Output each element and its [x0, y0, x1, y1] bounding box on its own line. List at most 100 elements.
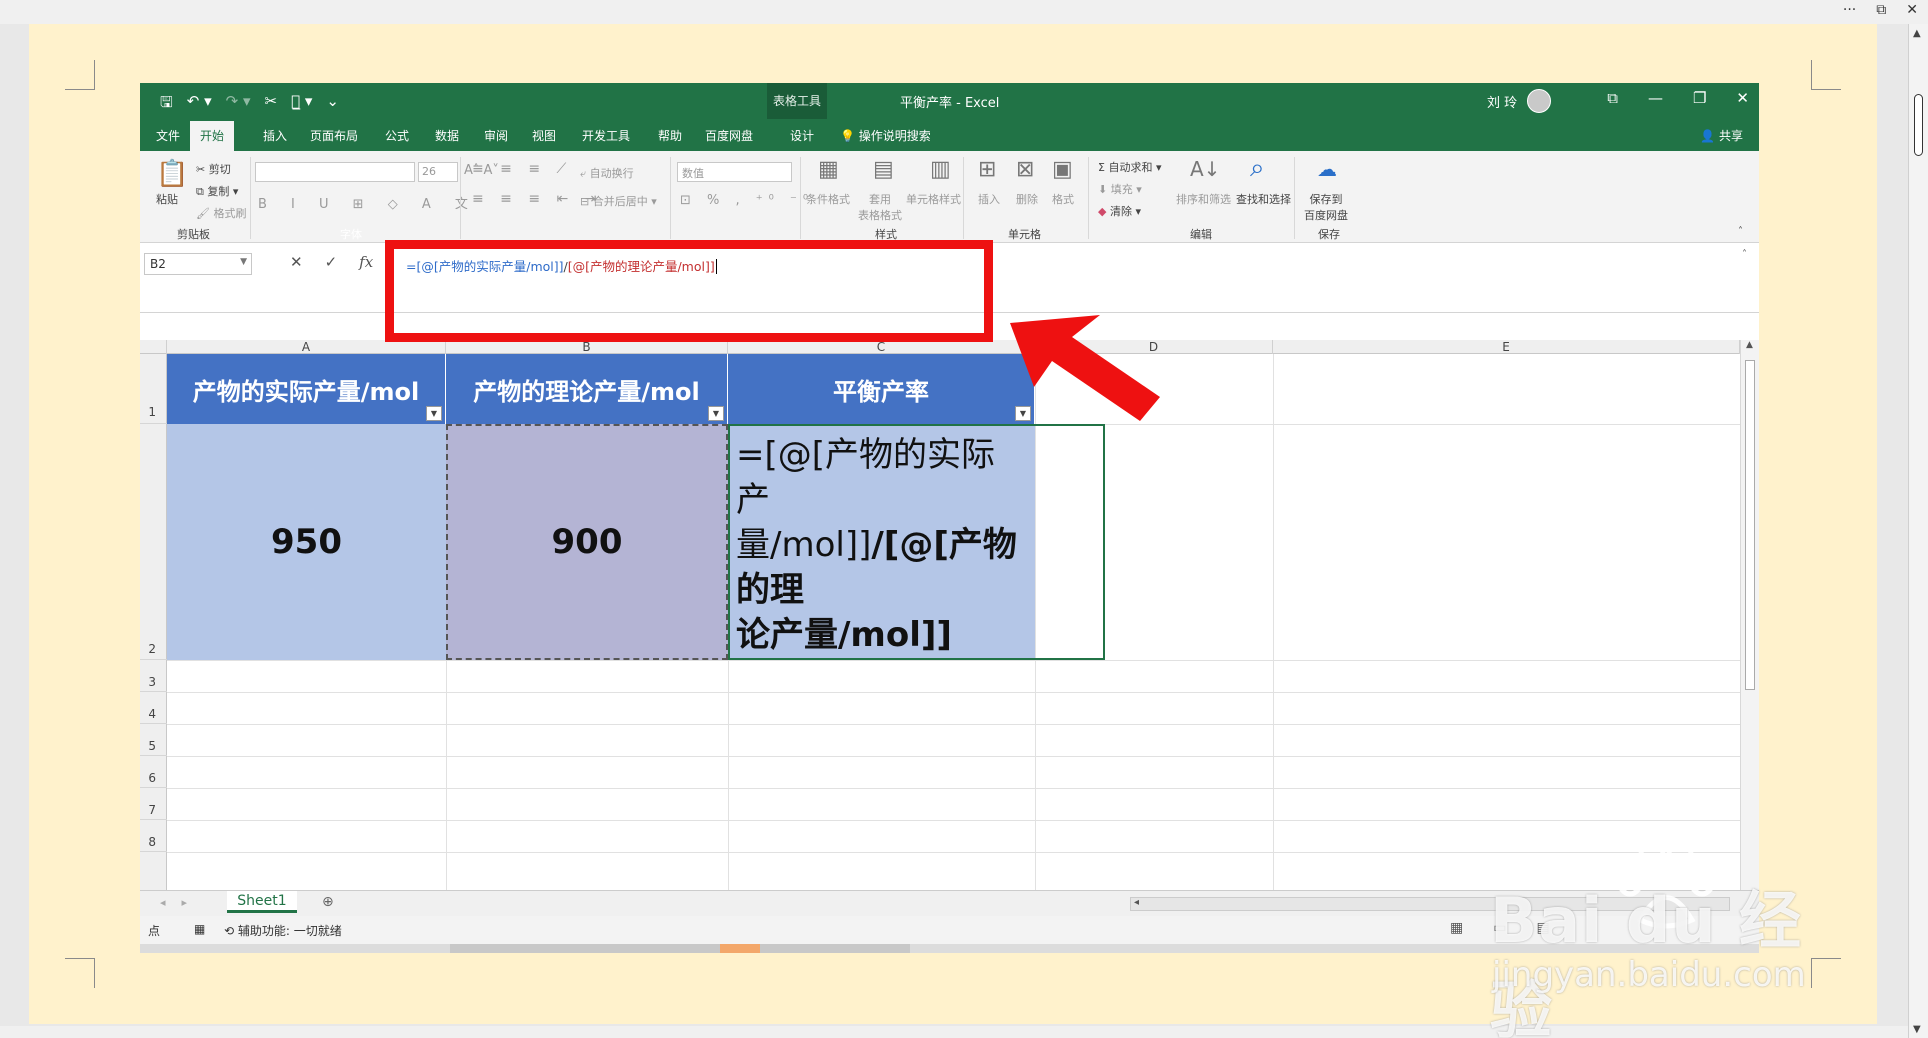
- customize-qat-icon[interactable]: ⌄: [326, 92, 339, 117]
- tab-view[interactable]: 视图: [532, 127, 556, 144]
- accessibility-status[interactable]: ⟲ 辅助功能: 一切就绪: [224, 922, 342, 939]
- delete-cells-icon[interactable]: ⊠: [1016, 157, 1034, 182]
- insert-function-icon[interactable]: fx: [359, 253, 373, 271]
- row-header-6[interactable]: 6: [140, 756, 167, 788]
- user-area[interactable]: 刘 玲: [1487, 89, 1552, 113]
- wrap-text-button[interactable]: ⤶ 自动换行: [580, 165, 634, 181]
- tab-file[interactable]: 文件: [156, 127, 180, 144]
- share-button[interactable]: 👤 共享: [1700, 127, 1743, 144]
- cell-a2[interactable]: 950: [167, 424, 446, 660]
- autosum-button[interactable]: Σ 自动求和 ▾: [1098, 159, 1161, 175]
- sort-filter-icon[interactable]: A↓: [1190, 157, 1220, 181]
- scroll-up-icon[interactable]: ▲: [1746, 340, 1753, 350]
- close-icon[interactable]: ✕: [1736, 89, 1749, 107]
- add-sheet-icon[interactable]: ⊕: [322, 894, 334, 910]
- cell-grid[interactable]: 产物的实际产量/mol ▼ 产物的理论产量/mol ▼ 平衡产率 ▼ 950 9…: [167, 354, 1740, 894]
- tab-formulas[interactable]: 公式: [385, 127, 409, 144]
- tab-home[interactable]: 开始: [190, 121, 235, 151]
- tab-developer[interactable]: 开发工具: [582, 127, 630, 144]
- cell-b2[interactable]: 900: [446, 424, 728, 660]
- table-header-yield[interactable]: 平衡产率 ▼: [728, 354, 1035, 424]
- number-format-select[interactable]: 数值: [677, 162, 792, 182]
- name-box[interactable]: B2 ▼: [144, 253, 252, 275]
- column-header-b[interactable]: B: [446, 340, 728, 354]
- font-name-select[interactable]: [255, 162, 415, 182]
- filter-dropdown-icon[interactable]: ▼: [708, 406, 724, 421]
- paste-icon[interactable]: 📋: [156, 159, 188, 189]
- font-style-buttons[interactable]: B I U ⊞ ◇ A 文: [258, 193, 478, 212]
- sheet-vertical-scrollbar[interactable]: ▲: [1740, 340, 1759, 894]
- format-cells-icon[interactable]: ▣: [1052, 157, 1073, 182]
- scroll-up-icon[interactable]: ▲: [1913, 28, 1921, 39]
- row-header-8[interactable]: 8: [140, 820, 167, 852]
- tab-design[interactable]: 设计: [790, 127, 814, 144]
- conditional-format-button[interactable]: 条件格式: [806, 191, 850, 207]
- row-header-5[interactable]: 5: [140, 724, 167, 756]
- macro-record-icon[interactable]: ▦: [194, 922, 205, 936]
- save-to-baidu-button[interactable]: 保存到 百度网盘: [1304, 191, 1348, 223]
- avatar[interactable]: [1527, 89, 1552, 113]
- prev-sheet-icon[interactable]: ◂: [160, 896, 166, 909]
- cancel-icon[interactable]: ✕: [290, 253, 303, 271]
- minimize-icon[interactable]: —: [1648, 89, 1663, 107]
- cut-button[interactable]: ✂ 剪切: [196, 161, 231, 177]
- cut-icon[interactable]: ✂: [265, 92, 278, 117]
- search-icon[interactable]: ⌕: [1250, 153, 1265, 184]
- column-header-e[interactable]: E: [1273, 340, 1740, 354]
- delete-cells-button[interactable]: 删除: [1016, 191, 1038, 207]
- format-painter-button[interactable]: 🖌 格式刷: [196, 205, 246, 221]
- tab-review[interactable]: 审阅: [484, 127, 508, 144]
- column-header-a[interactable]: A: [167, 340, 446, 354]
- row-header-3[interactable]: 3: [140, 660, 167, 692]
- baidu-cloud-icon[interactable]: ☁: [1317, 157, 1337, 181]
- format-as-table-button[interactable]: 套用 表格格式: [858, 191, 902, 223]
- chevron-down-icon[interactable]: ▼: [240, 257, 247, 267]
- clear-button[interactable]: ◆ 清除 ▾: [1098, 203, 1141, 219]
- next-sheet-icon[interactable]: ▸: [182, 896, 188, 909]
- enter-icon[interactable]: ✓: [325, 253, 338, 271]
- conditional-format-icon[interactable]: ▦: [818, 157, 839, 182]
- collapse-ribbon-icon[interactable]: ˄: [1738, 226, 1743, 237]
- tab-baidu[interactable]: 百度网盘: [705, 127, 753, 144]
- save-icon[interactable]: 🖫: [160, 92, 173, 117]
- filter-dropdown-icon[interactable]: ▼: [426, 406, 442, 421]
- select-all-corner[interactable]: [140, 340, 167, 354]
- scroll-thumb[interactable]: [1745, 360, 1755, 690]
- document-vertical-scrollbar[interactable]: ▲ ▼: [1908, 24, 1928, 1038]
- column-header-c[interactable]: C: [728, 340, 1035, 354]
- save-as-icon[interactable]: 🖫̲ ▾: [291, 92, 312, 117]
- paste-button[interactable]: 粘贴: [156, 191, 178, 207]
- format-as-table-icon[interactable]: ▤: [873, 157, 894, 182]
- row-header-7[interactable]: 7: [140, 788, 167, 820]
- row-header-4[interactable]: 4: [140, 692, 167, 724]
- insert-cells-icon[interactable]: ⊞: [978, 157, 996, 182]
- restore-icon[interactable]: ⧉: [1876, 2, 1886, 18]
- fill-button[interactable]: ⬇ 填充 ▾: [1098, 181, 1142, 197]
- sort-filter-button[interactable]: 排序和筛选: [1176, 191, 1231, 207]
- cell-c2[interactable]: =[@[产物的实际产 量/mol]]/[@[产物的理 论产量/mol]]: [728, 424, 1035, 660]
- table-header-theoretical[interactable]: 产物的理论产量/mol ▼: [446, 354, 728, 424]
- find-select-button[interactable]: 查找和选择: [1236, 191, 1291, 207]
- sheet-tab-sheet1[interactable]: Sheet1: [227, 891, 297, 913]
- row-header-1[interactable]: 1: [140, 354, 167, 424]
- tab-insert[interactable]: 插入: [263, 127, 287, 144]
- align-top-icons[interactable]: ≡ ≡ ≡ ⟋: [472, 161, 572, 177]
- row-header-2[interactable]: 2: [140, 424, 167, 660]
- scroll-thumb[interactable]: [1914, 94, 1923, 156]
- restore-icon[interactable]: ❐: [1693, 89, 1706, 107]
- tab-page-layout[interactable]: 页面布局: [310, 127, 358, 144]
- normal-view-icon[interactable]: ▦: [1450, 920, 1463, 936]
- number-format-icons[interactable]: ⊡ % , ⁺⁰ ⁻⁰: [680, 193, 814, 208]
- undo-icon[interactable]: ↶ ▾: [187, 92, 212, 117]
- merge-center-button[interactable]: ⊟ 合并后居中 ▾: [580, 193, 657, 209]
- cell-styles-button[interactable]: 单元格样式: [906, 191, 961, 207]
- tab-help[interactable]: 帮助: [658, 127, 682, 144]
- close-icon[interactable]: ✕: [1906, 2, 1918, 18]
- tab-data[interactable]: 数据: [435, 127, 459, 144]
- collapse-formula-bar-icon[interactable]: ˄: [1742, 249, 1747, 260]
- tell-me-search[interactable]: 💡 操作说明搜索: [840, 127, 931, 144]
- font-size-select[interactable]: 26: [418, 162, 458, 182]
- cell-styles-icon[interactable]: ▥: [930, 157, 951, 182]
- redo-icon[interactable]: ↷ ▾: [226, 92, 251, 117]
- format-cells-button[interactable]: 格式: [1052, 191, 1074, 207]
